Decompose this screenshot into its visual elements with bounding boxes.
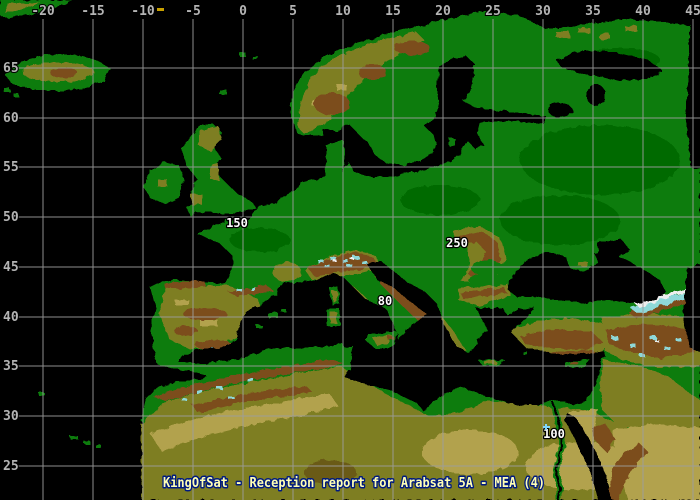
lat-label: 55 — [3, 160, 19, 175]
lat-label: 40 — [3, 310, 19, 325]
islet-2 — [14, 94, 19, 97]
lon-label: -15 — [81, 4, 104, 19]
lat-label: 60 — [3, 111, 19, 126]
gotland — [449, 138, 455, 146]
lon-label: 30 — [535, 4, 551, 19]
beam-label: 150 — [226, 216, 248, 230]
map-title-group: KingOfSat - Reception report for Arabsat… — [162, 474, 547, 493]
canary-2 — [84, 441, 90, 444]
lon-label: -5 — [185, 4, 201, 19]
beam-label: 250 — [446, 236, 468, 250]
lon-label: 10 — [335, 4, 351, 19]
lake-ladoga — [548, 103, 572, 117]
faroe-2 — [252, 56, 258, 59]
lon-label: -20 — [31, 4, 55, 19]
lat-label: 65 — [3, 61, 19, 76]
coverage-map[interactable]: -20 -15 -10 -5 0 5 10 15 20 25 30 35 40 … — [0, 0, 700, 500]
lake-onega — [587, 84, 605, 106]
ibiza — [256, 325, 262, 328]
menorca — [281, 309, 286, 312]
islet-1 — [4, 88, 10, 92]
lon-label: 25 — [485, 4, 501, 19]
rhodes — [523, 352, 528, 355]
reception-map-page: -20 -15 -10 -5 0 5 10 15 20 25 30 35 40 … — [0, 0, 700, 500]
canary-3 — [95, 444, 100, 447]
lon-label: 15 — [385, 4, 401, 19]
shetland — [220, 90, 227, 95]
map-title: KingOfSat - Reception report for Arabsat… — [163, 475, 545, 491]
lat-label: 25 — [3, 459, 19, 474]
lat-label: 45 — [3, 260, 19, 275]
lon-label: 35 — [585, 4, 601, 19]
lat-label: 35 — [3, 359, 19, 374]
lon-label: 45 — [685, 4, 700, 19]
lon-label: 5 — [289, 4, 297, 19]
dash-marker — [157, 8, 164, 11]
lon-label: 0 — [239, 4, 247, 19]
lat-label: 30 — [3, 409, 19, 424]
canary-1 — [70, 436, 78, 439]
lon-label: 20 — [435, 4, 451, 19]
beam-label: 80 — [378, 294, 392, 308]
lon-label: -10 — [131, 4, 155, 19]
lon-label: 40 — [635, 4, 651, 19]
lat-label: 50 — [3, 210, 19, 225]
axis-labels-left: 65 60 55 50 45 40 35 30 25 — [2, 60, 20, 475]
